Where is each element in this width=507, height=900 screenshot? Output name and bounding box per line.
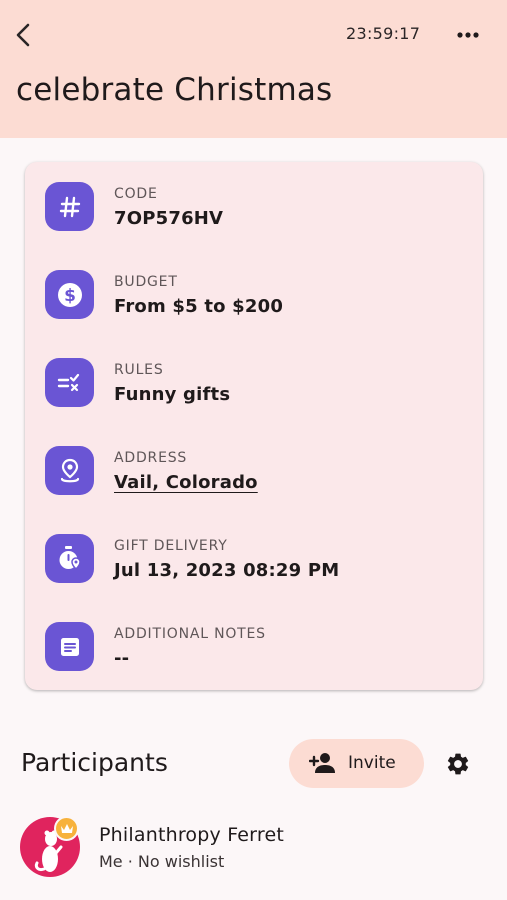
rules-icon — [45, 358, 94, 407]
detail-row-code: CODE 7OP576HV — [25, 162, 483, 231]
back-button[interactable] — [8, 18, 40, 52]
participant-subtitle: Me · No wishlist — [99, 852, 225, 871]
stopwatch-location-icon — [45, 534, 94, 583]
invite-label: Invite — [348, 753, 396, 773]
participants-heading: Participants — [21, 748, 168, 777]
detail-row-rules: RULES Funny gifts — [25, 338, 483, 407]
location-pin-icon — [45, 446, 94, 495]
more-horizontal-icon — [457, 32, 479, 38]
page-title: celebrate Christmas — [16, 72, 333, 108]
detail-row-address: ADDRESS Vail, Colorado — [25, 426, 483, 495]
detail-label: CODE — [114, 186, 158, 202]
detail-label: GIFT DELIVERY — [114, 538, 228, 554]
detail-value: -- — [114, 648, 130, 669]
invite-button[interactable]: Invite — [289, 739, 424, 788]
app-bar: 23:59:17 celebrate Christmas — [0, 0, 507, 138]
chevron-left-icon — [16, 23, 30, 47]
detail-row-additional-notes: ADDITIONAL NOTES -- — [25, 602, 483, 671]
clock-time: 23:59:17 — [346, 24, 421, 43]
detail-label: ADDRESS — [114, 450, 188, 466]
svg-text:$: $ — [64, 286, 76, 306]
detail-label: BUDGET — [114, 274, 178, 290]
detail-label: ADDITIONAL NOTES — [114, 626, 266, 642]
participant-row[interactable]: Philanthropy Ferret Me · No wishlist — [0, 808, 507, 888]
notes-icon — [45, 622, 94, 671]
detail-value: 7OP576HV — [114, 208, 224, 229]
detail-row-gift-delivery: GIFT DELIVERY Jul 13, 2023 08:29 PM — [25, 514, 483, 583]
event-details-card: CODE 7OP576HV $ BUDGET From $5 to $200 R… — [25, 162, 483, 690]
hashtag-icon — [45, 182, 94, 231]
gear-icon — [447, 753, 469, 775]
detail-value: Funny gifts — [114, 384, 231, 405]
detail-value: From $5 to $200 — [114, 296, 284, 317]
detail-label: RULES — [114, 362, 164, 378]
participants-settings-button[interactable] — [440, 746, 476, 782]
crown-badge-icon — [54, 816, 79, 841]
person-add-icon — [309, 753, 335, 773]
more-options-button[interactable] — [450, 20, 486, 50]
detail-value: Jul 13, 2023 08:29 PM — [114, 560, 340, 581]
participant-name: Philanthropy Ferret — [99, 824, 284, 846]
detail-row-budget: $ BUDGET From $5 to $200 — [25, 250, 483, 319]
address-link[interactable]: Vail, Colorado — [114, 472, 258, 493]
dollar-icon: $ — [45, 270, 94, 319]
